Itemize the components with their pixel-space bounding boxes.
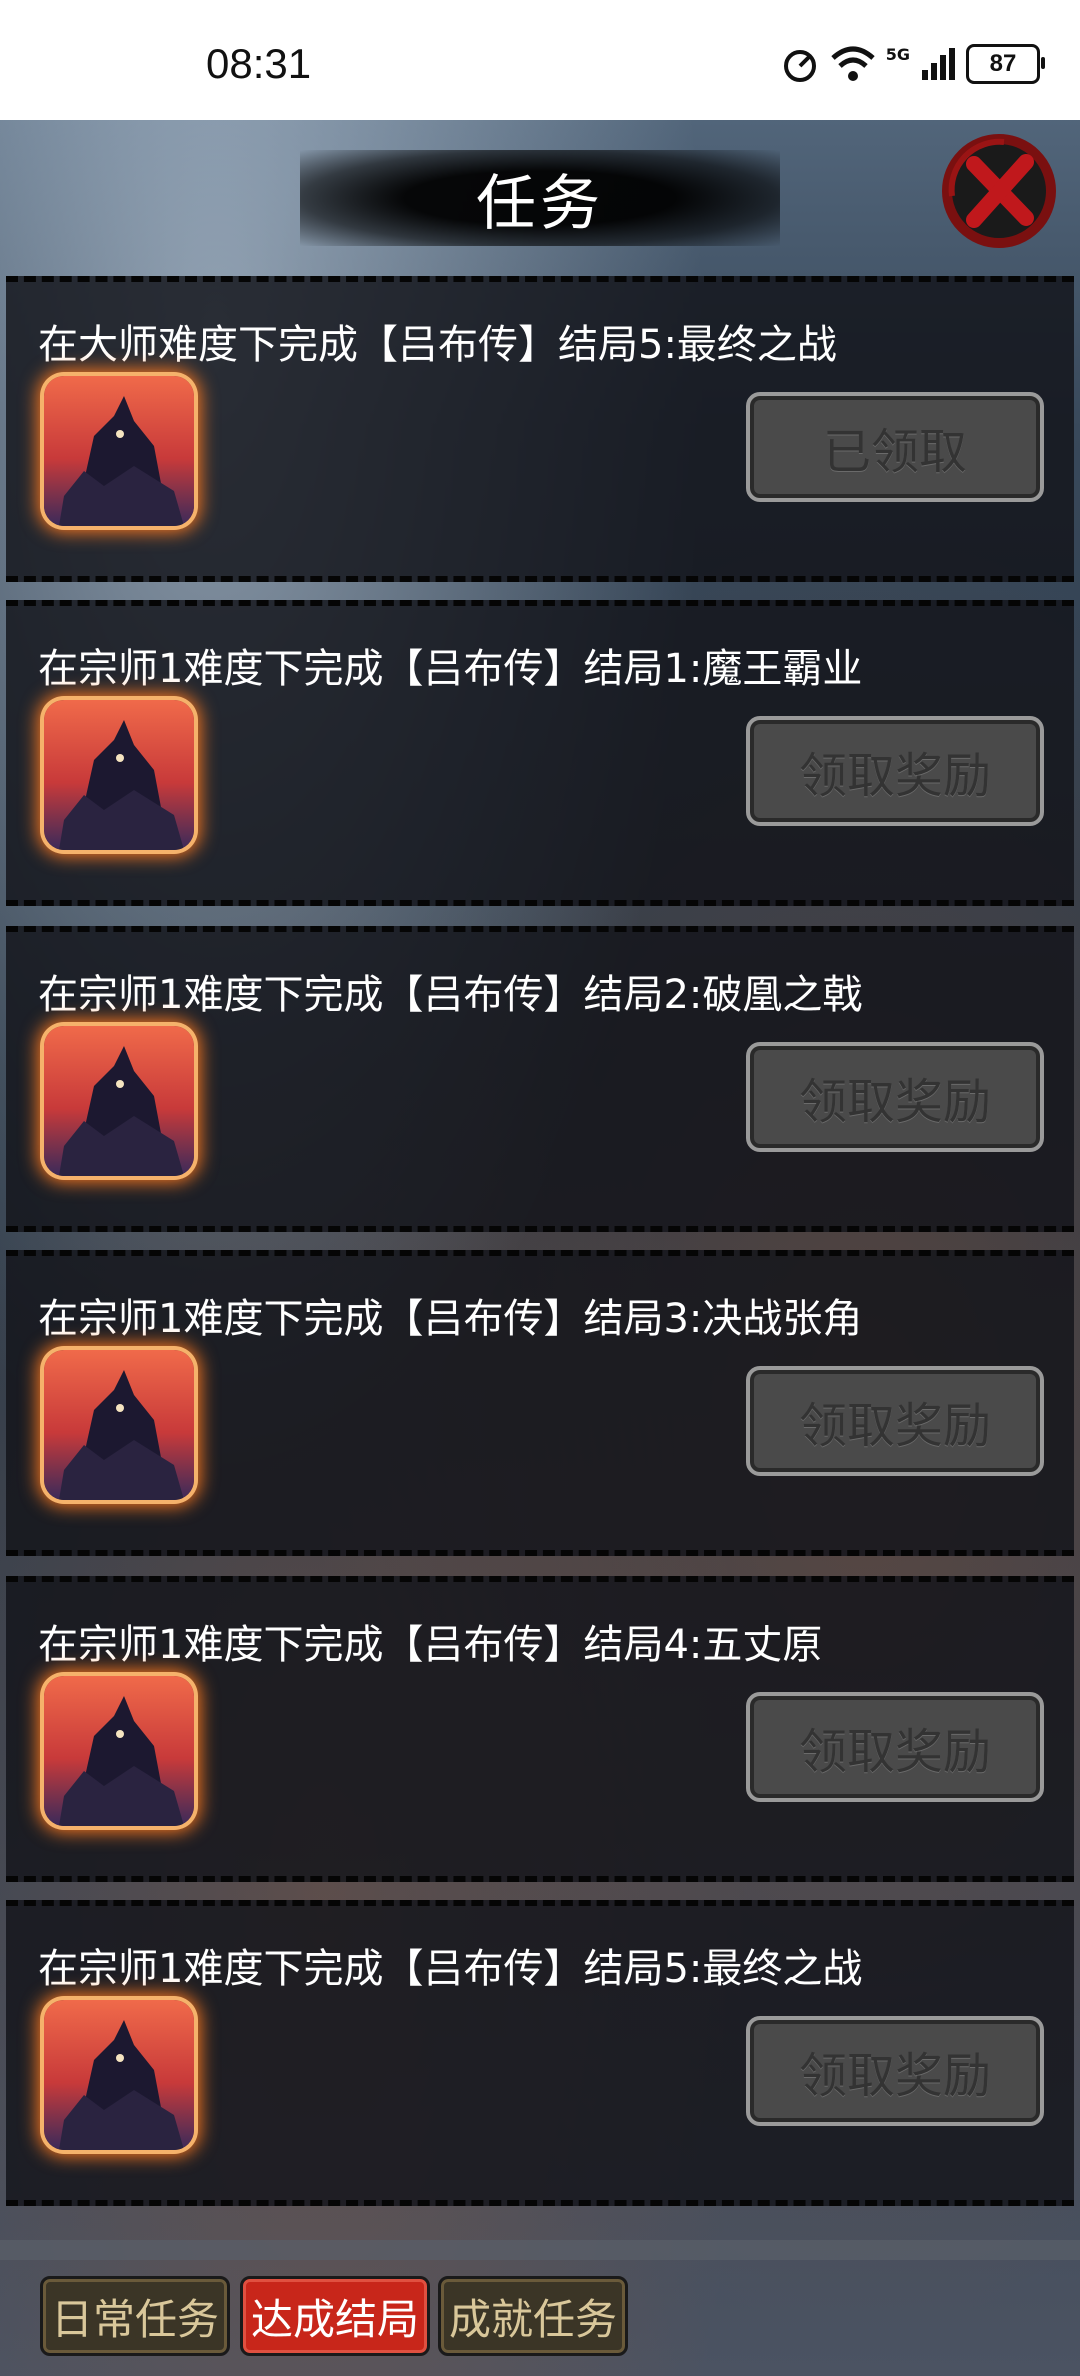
reward-icon[interactable] bbox=[44, 1676, 194, 1826]
tab-achievement-tasks[interactable]: 成就任务 bbox=[438, 2276, 628, 2356]
wifi-icon bbox=[831, 46, 875, 81]
task-title: 在宗师1难度下完成【吕布传】结局2:破凰之戟 bbox=[38, 972, 863, 1018]
reward-icon[interactable] bbox=[44, 1026, 194, 1176]
bottom-tab-bar: 日常任务 达成结局 成就任务 bbox=[0, 2240, 1080, 2376]
bottom-strip bbox=[0, 2240, 1080, 2260]
reward-icon[interactable] bbox=[44, 376, 194, 526]
tab-achieve-endings[interactable]: 达成结局 bbox=[240, 2276, 430, 2356]
task-item: 在宗师1难度下完成【吕布传】结局2:破凰之戟 领取奖励 bbox=[6, 926, 1074, 1232]
status-time: 08:31 bbox=[206, 40, 312, 87]
reward-icon[interactable] bbox=[44, 2000, 194, 2150]
task-title: 在大师难度下完成【吕布传】结局5:最终之战 bbox=[38, 322, 837, 368]
claimed-button[interactable]: 已领取 bbox=[746, 392, 1044, 502]
claim-reward-button[interactable]: 领取奖励 bbox=[746, 1366, 1044, 1476]
signal-icon bbox=[922, 48, 955, 80]
network-type-label: 5G bbox=[885, 44, 910, 64]
status-bar: 08:31 5G 87 bbox=[0, 0, 1080, 120]
claim-reward-button[interactable]: 领取奖励 bbox=[746, 1042, 1044, 1152]
task-title: 在宗师1难度下完成【吕布传】结局3:决战张角 bbox=[38, 1296, 863, 1342]
task-item: 在宗师1难度下完成【吕布传】结局1:魔王霸业 领取奖励 bbox=[6, 600, 1074, 906]
claim-reward-button[interactable]: 领取奖励 bbox=[746, 716, 1044, 826]
close-button[interactable] bbox=[934, 126, 1064, 256]
task-item: 在宗师1难度下完成【吕布传】结局4:五丈原 领取奖励 bbox=[6, 1576, 1074, 1882]
title-banner: 任务 bbox=[300, 150, 780, 246]
status-icons: 5G 87 bbox=[780, 44, 1045, 84]
task-title: 在宗师1难度下完成【吕布传】结局1:魔王霸业 bbox=[38, 646, 863, 692]
task-item: 在大师难度下完成【吕布传】结局5:最终之战 已领取 bbox=[6, 276, 1074, 582]
claim-reward-button[interactable]: 领取奖励 bbox=[746, 1692, 1044, 1802]
reward-icon[interactable] bbox=[44, 700, 194, 850]
task-title: 在宗师1难度下完成【吕布传】结局4:五丈原 bbox=[38, 1622, 823, 1668]
task-item: 在宗师1难度下完成【吕布传】结局5:最终之战 领取奖励 bbox=[6, 1900, 1074, 2206]
battery-indicator: 87 bbox=[966, 44, 1045, 84]
claim-reward-button[interactable]: 领取奖励 bbox=[746, 2016, 1044, 2126]
close-icon bbox=[942, 134, 1056, 248]
data-speed-icon bbox=[783, 50, 816, 82]
tab-daily-tasks[interactable]: 日常任务 bbox=[40, 2276, 230, 2356]
page-title: 任务 bbox=[476, 168, 604, 239]
reward-icon[interactable] bbox=[44, 1350, 194, 1500]
task-title: 在宗师1难度下完成【吕布传】结局5:最终之战 bbox=[38, 1946, 863, 1992]
battery-level: 87 bbox=[989, 50, 1017, 77]
task-item: 在宗师1难度下完成【吕布传】结局3:决战张角 领取奖励 bbox=[6, 1250, 1074, 1556]
